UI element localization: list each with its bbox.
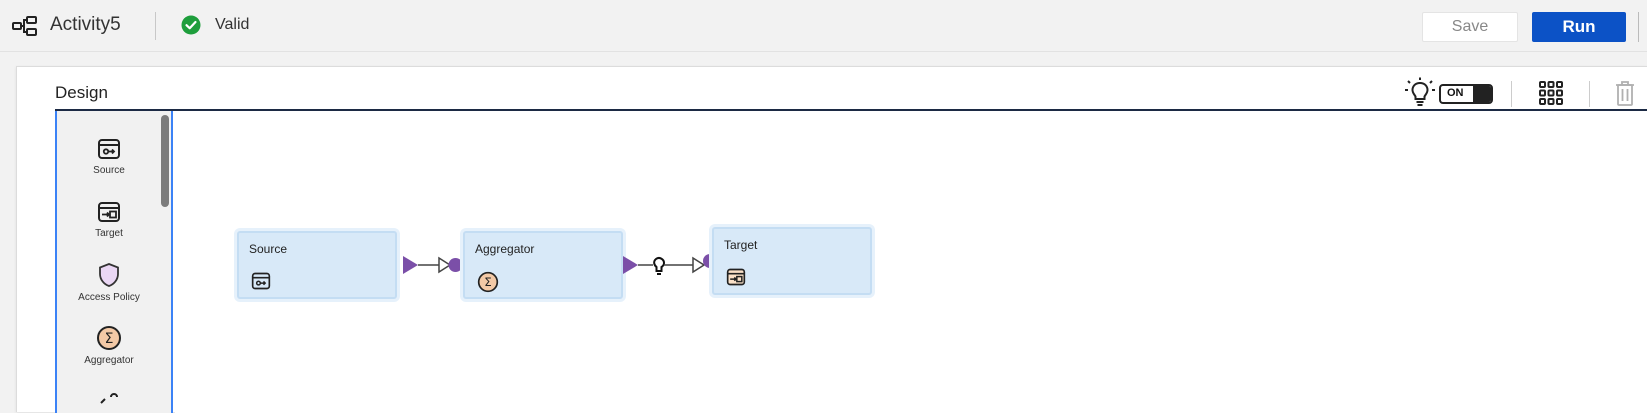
palette-item-target[interactable]: Target xyxy=(57,200,161,239)
palette-item-label: Access Policy xyxy=(78,292,140,303)
source-icon xyxy=(98,139,120,159)
svg-text:Σ: Σ xyxy=(484,275,491,289)
toggle-label: ON xyxy=(1447,87,1464,99)
divider xyxy=(1638,12,1639,42)
palette-item-aggregator[interactable]: Σ Aggregator xyxy=(57,325,161,366)
palette-scrollbar[interactable] xyxy=(161,115,169,207)
node-target[interactable]: Target xyxy=(712,227,872,295)
status-text: Valid xyxy=(215,16,250,33)
link-source-aggregator[interactable] xyxy=(403,251,463,279)
suggestions-toggle[interactable]: ON xyxy=(1439,84,1493,104)
palette-item-label: Aggregator xyxy=(84,355,134,366)
divider xyxy=(1511,81,1512,107)
page-title: Activity5 xyxy=(50,14,121,35)
divider xyxy=(1589,81,1590,107)
top-bar: Activity5 Valid Save Run xyxy=(0,0,1647,52)
source-icon xyxy=(251,272,271,290)
save-button[interactable]: Save xyxy=(1422,12,1518,42)
svg-text:Σ: Σ xyxy=(105,331,114,347)
palette-item-partial[interactable] xyxy=(57,389,161,413)
node-label: Aggregator xyxy=(475,242,535,256)
node-aggregator[interactable]: Aggregator Σ xyxy=(463,231,623,299)
grid-icon[interactable] xyxy=(1538,80,1564,106)
divider xyxy=(155,12,156,40)
partial-palette-icon xyxy=(100,393,118,404)
design-title: Design xyxy=(55,83,108,102)
target-icon xyxy=(726,268,746,286)
palette-item-label: Target xyxy=(95,228,123,239)
node-label: Target xyxy=(724,238,758,252)
mapping-flow-icon xyxy=(12,16,37,36)
mapping-canvas[interactable]: Source Aggregator Σ Target xyxy=(175,111,1647,413)
check-circle-icon xyxy=(181,15,201,35)
palette-item-source[interactable]: Source xyxy=(57,137,161,176)
shield-icon xyxy=(99,263,119,287)
link-aggregator-target[interactable] xyxy=(623,247,719,281)
trash-icon[interactable] xyxy=(1614,79,1636,107)
toggle-knob xyxy=(1473,86,1491,102)
palette-item-access-policy[interactable]: Access Policy xyxy=(57,262,161,303)
node-label: Source xyxy=(249,242,288,256)
transformation-palette: Source Target Access Policy Σ Aggregator xyxy=(55,111,173,413)
palette-item-label: Source xyxy=(93,165,125,176)
sigma-icon: Σ xyxy=(97,326,121,350)
lightbulb-icon[interactable] xyxy=(1403,77,1437,107)
target-icon xyxy=(98,202,120,222)
run-button[interactable]: Run xyxy=(1532,12,1626,42)
sigma-icon: Σ xyxy=(477,271,499,293)
node-source[interactable]: Source xyxy=(237,231,397,299)
design-panel: Design ON Source Target Access Policy Σ … xyxy=(16,66,1647,413)
